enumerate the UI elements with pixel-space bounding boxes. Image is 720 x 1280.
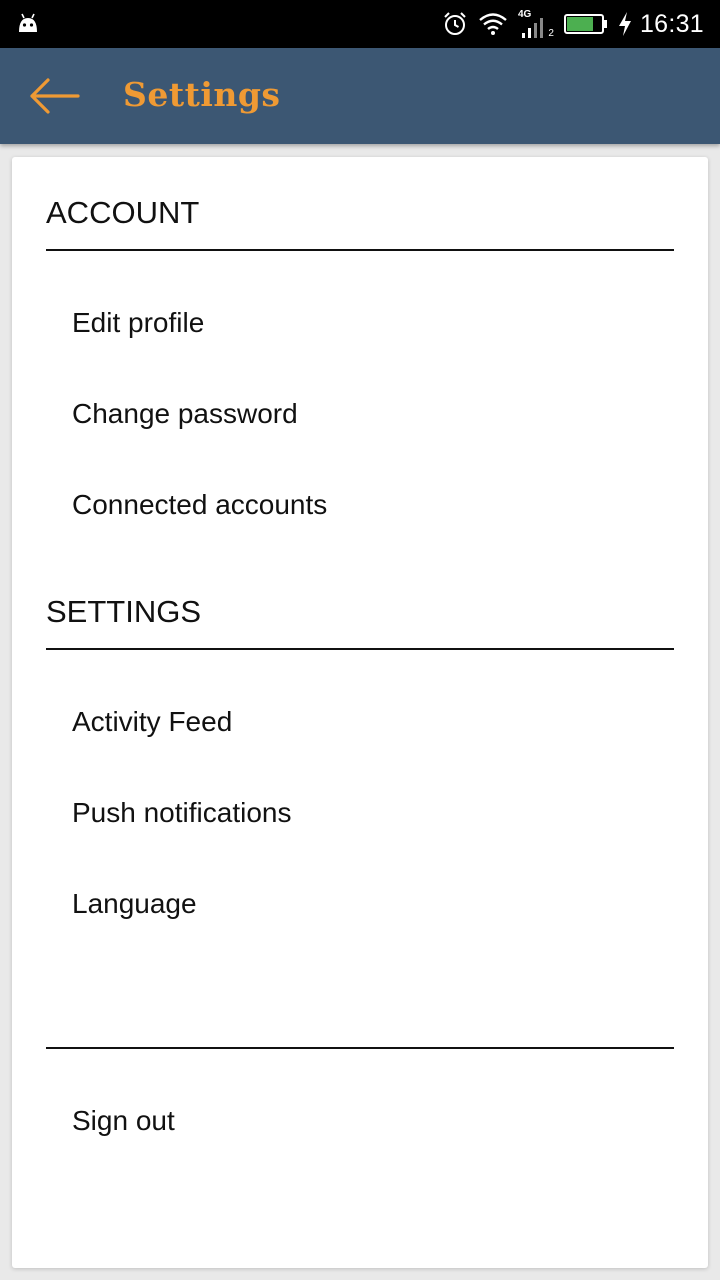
sign-out-button[interactable]: Sign out: [72, 1105, 175, 1137]
app-bar: Settings: [0, 48, 720, 144]
language-item[interactable]: Language: [72, 888, 197, 920]
alarm-icon: [442, 11, 468, 37]
android-notification-icon: [19, 13, 37, 32]
charging-bolt-icon: [618, 12, 632, 36]
status-time: 16:31: [639, 9, 704, 38]
edit-profile-item[interactable]: Edit profile: [72, 307, 204, 339]
activity-feed-item[interactable]: Activity Feed: [72, 706, 232, 738]
back-button[interactable]: [26, 72, 86, 120]
arrow-left-icon: [30, 78, 80, 114]
push-notifications-item[interactable]: Push notifications: [72, 797, 291, 829]
page-title: Settings: [123, 75, 281, 114]
section-divider: [46, 249, 674, 251]
section-divider: [46, 648, 674, 650]
battery-fill: [566, 17, 593, 31]
sim-slot-label: 2: [548, 28, 554, 39]
status-icons: 4G 2 16:31: [432, 0, 704, 48]
status-bar: 4G 2 16:31: [0, 0, 720, 48]
section-header-account: ACCOUNT: [46, 195, 200, 230]
change-password-item[interactable]: Change password: [72, 398, 298, 430]
cellular-signal-icon: 4G 2: [518, 9, 554, 39]
settings-card: ACCOUNT Edit profile Change password Con…: [12, 157, 708, 1268]
wifi-icon: [478, 12, 508, 36]
section-header-settings: SETTINGS: [46, 594, 202, 629]
battery-icon: [563, 13, 608, 35]
footer-divider: [46, 1047, 674, 1049]
connected-accounts-item[interactable]: Connected accounts: [72, 489, 327, 521]
